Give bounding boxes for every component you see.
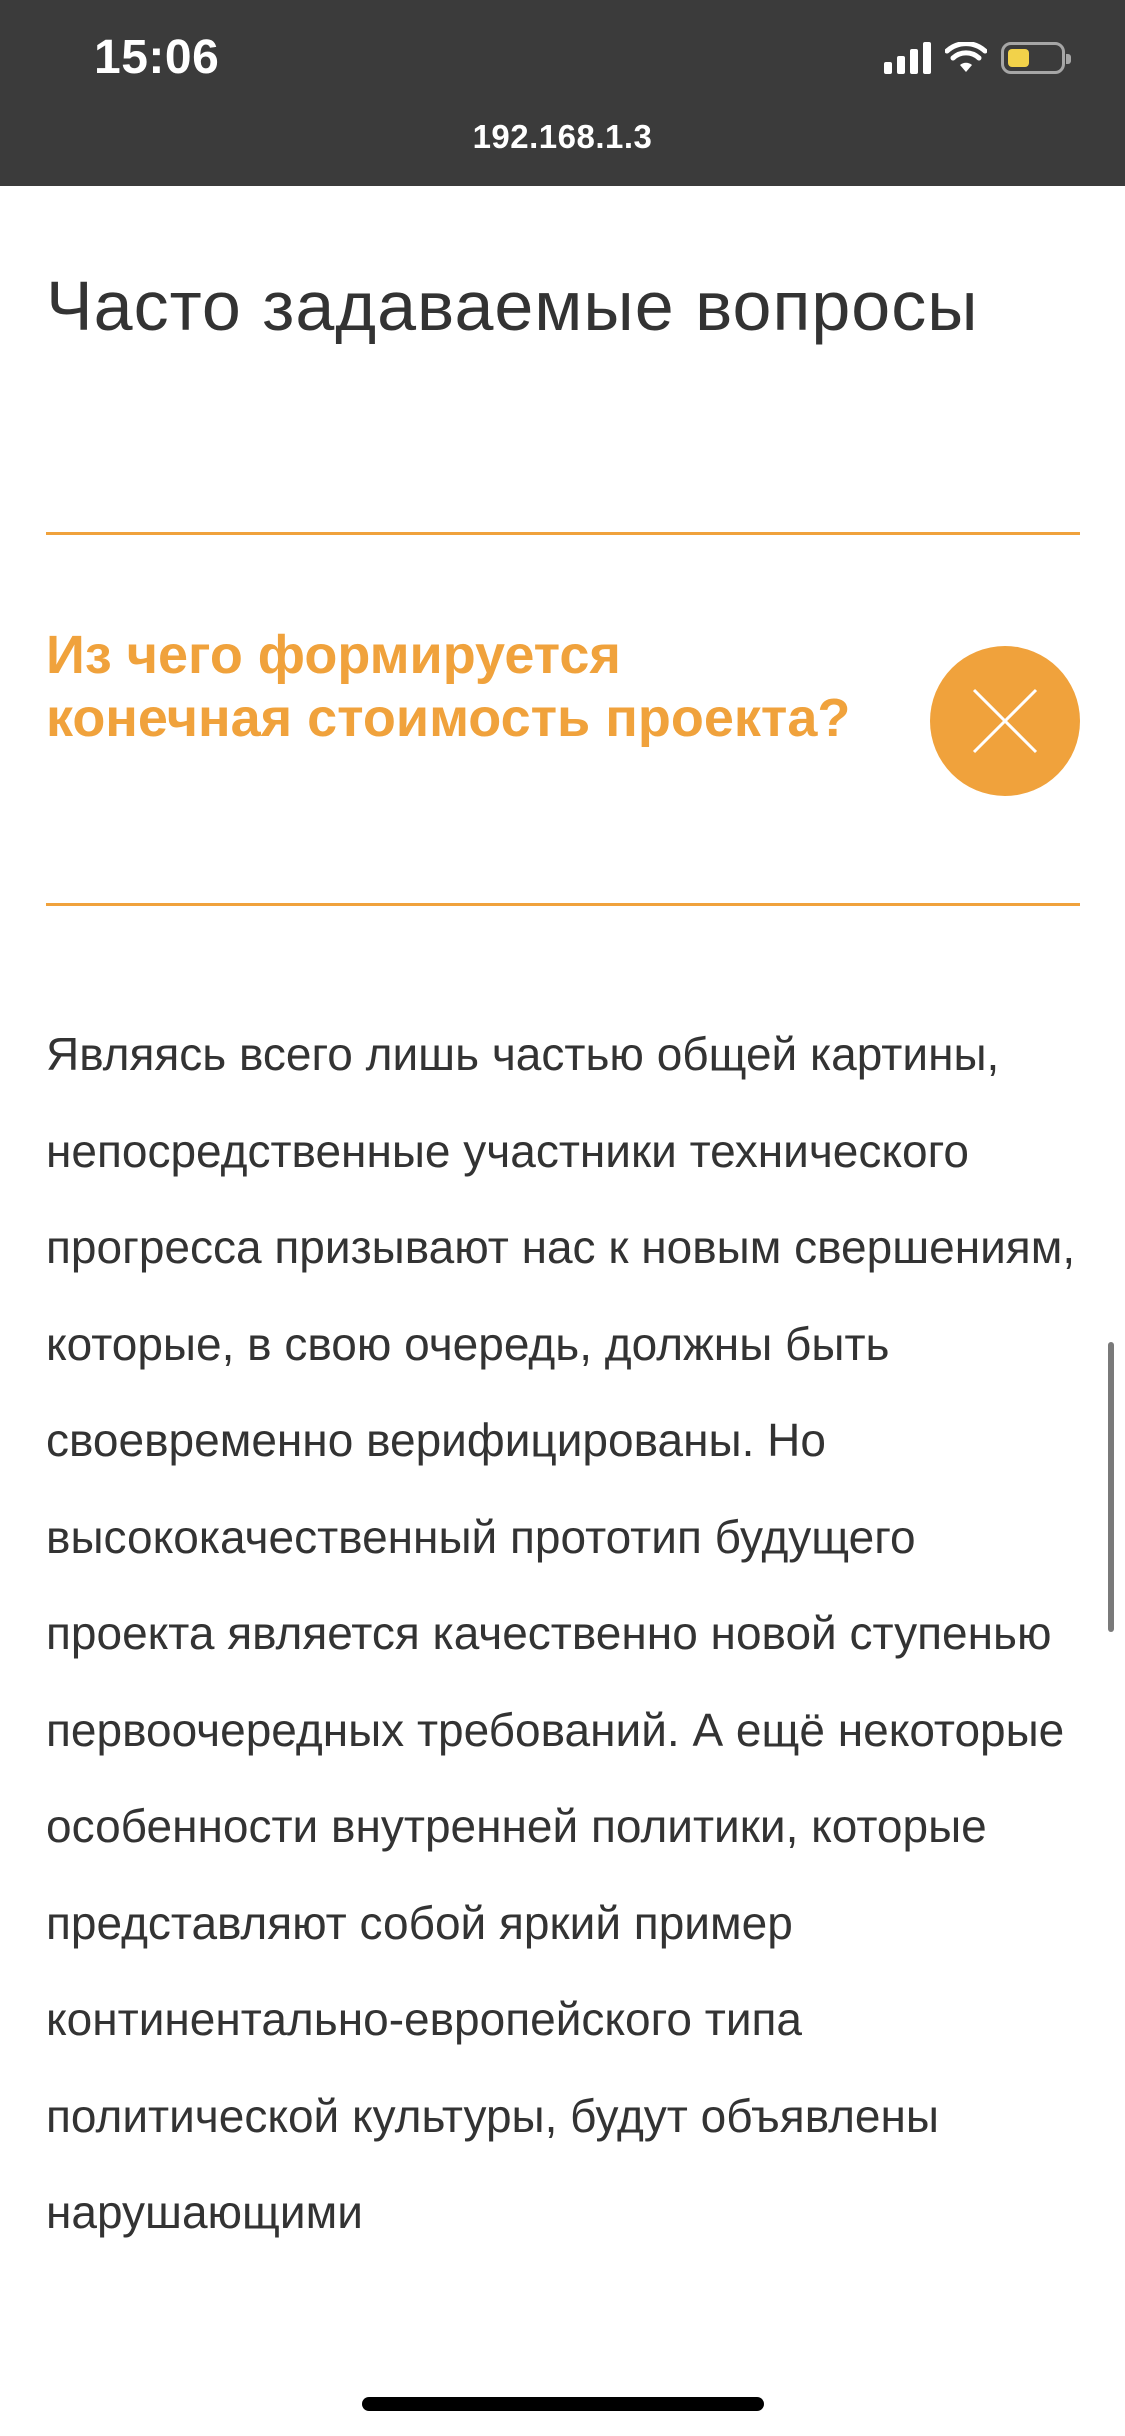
scrollbar[interactable] bbox=[1108, 1342, 1114, 1632]
cellular-signal-icon bbox=[884, 42, 931, 74]
battery-level bbox=[1008, 49, 1029, 67]
home-indicator[interactable] bbox=[362, 2397, 764, 2411]
wifi-icon bbox=[945, 42, 987, 74]
browser-top-bar: 15:06 192.168.1.3 bbox=[0, 0, 1125, 186]
faq-answer: Являясь всего лишь частью общей картины,… bbox=[46, 1028, 1076, 2238]
status-time: 15:06 bbox=[94, 31, 220, 84]
faq-question[interactable]: Из чего формируется конечная стоимость п… bbox=[46, 624, 866, 750]
close-icon bbox=[972, 688, 1038, 754]
faq-divider-bottom bbox=[46, 903, 1080, 906]
address-bar-url[interactable]: 192.168.1.3 bbox=[0, 118, 1125, 156]
faq-divider-top bbox=[46, 532, 1080, 535]
battery-icon bbox=[1001, 42, 1071, 74]
status-icons bbox=[884, 38, 1071, 78]
faq-close-button[interactable] bbox=[930, 646, 1080, 796]
page-title: Часто задаваемые вопросы bbox=[46, 267, 979, 345]
